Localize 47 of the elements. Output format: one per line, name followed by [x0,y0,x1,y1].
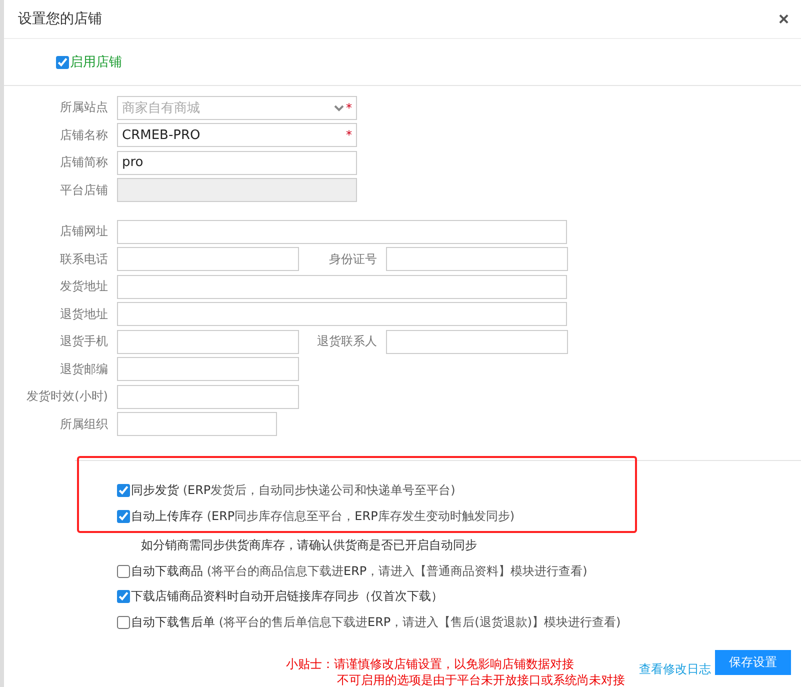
window-title: 设置您的店铺 [18,10,102,28]
option-label: 同步发货 (ERP发货后，自动同步快递公司和快递单号至平台) [131,482,456,499]
checkbox[interactable] [117,484,130,497]
input-field[interactable] [386,247,568,272]
field-label: 退货联系人 [316,333,377,350]
field-label: 退货手机 [59,333,108,350]
field-label: 平台店铺 [59,182,108,199]
field-label: 发货时效(小时) [26,388,108,406]
close-button[interactable]: × [778,10,789,28]
option-label: 自动下载售后单 (将平台的售后单信息下载进ERP，请进入【售后(退货退款)】模块进行查看) [131,614,621,631]
field-label: 所属组织 [59,416,108,433]
caret-icon [334,104,344,112]
option-label: 自动上传库存 (ERP同步库存信息至平台，ERP库存发生变动时触发同步) [131,508,514,525]
select-field[interactable]: 商家自有商城 * [117,96,357,120]
checkbox[interactable] [117,616,130,629]
field-label: 店铺名称 [59,126,108,144]
checkbox[interactable] [117,510,130,523]
checkbox[interactable] [56,56,69,68]
checkbox-label: 启用店铺 [70,54,122,71]
required-mark: * [346,100,352,115]
option-label: 下载店铺商品资料时自动开启链接库存同步（仅首次下载） [131,588,443,606]
field-label: 所属站点 [59,99,108,116]
input-field[interactable] [117,412,277,436]
input-field[interactable]: CRMEB-PRO * [117,123,357,148]
field-label: 店铺网址 [59,223,108,240]
tip-text: 小贴士：请谨慎修改店铺设置，以免影响店铺数据对接 [286,656,575,672]
field-label: 退货邮编 [59,360,108,378]
input-field[interactable]: pro [117,150,357,175]
input-field[interactable] [386,330,568,354]
input-field[interactable] [117,384,299,409]
input-field[interactable] [117,302,567,326]
option-label: 自动下载商品 (将平台的商品信息下载进ERP，请进入【普通商品资料】模块进行查看) [131,562,588,580]
field-label: 退货地址 [59,306,108,323]
field-label: 联系电话 [59,250,108,268]
field-label: 店铺简称 [59,154,108,172]
field-label: 身份证号 [328,250,377,268]
tip-text: 不可启用的选项是由于平台未开放接口或系统尚未对接 [336,672,625,687]
note-text: 如分销商需同步供货商库存，请确认供货商是否已开启自动同步 [140,537,477,554]
required-mark: * [346,128,352,142]
input-field[interactable] [117,247,299,272]
input-field[interactable] [117,357,299,382]
input-field[interactable] [117,330,299,354]
checkbox[interactable] [117,590,130,604]
field-label: 发货地址 [59,278,108,296]
input-field[interactable] [117,274,567,299]
checkbox[interactable] [117,564,130,578]
input-field[interactable] [117,220,567,244]
